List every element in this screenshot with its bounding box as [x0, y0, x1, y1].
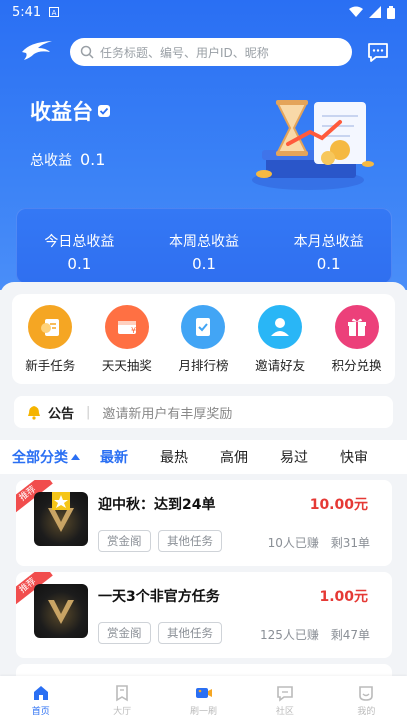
notification-a-icon: A: [49, 7, 60, 17]
stat-value: 0.1: [192, 255, 216, 273]
task-title: 迎中秋：达到24单: [98, 497, 216, 513]
task-price: 10.00元: [309, 497, 368, 513]
quick-action-daily-lottery[interactable]: ¥ 天天抽奖: [90, 304, 164, 374]
total-earnings-value: 0.1: [80, 150, 106, 169]
top-bar: 任务标题、编号、用户ID、昵称: [0, 32, 407, 72]
total-earnings-label: 总收益: [30, 153, 72, 169]
quick-actions: 新手任务 ¥ 天天抽奖 月排行榜 邀请好友 积分兑换: [12, 294, 395, 384]
status-bar: 5:41 A: [0, 0, 407, 24]
status-time: 5:41: [12, 4, 42, 20]
search-icon: [80, 45, 94, 59]
nav-profile[interactable]: 我的: [326, 676, 407, 723]
announcement-tag: 公告: [48, 406, 75, 422]
profile-icon: [359, 686, 374, 701]
monthly-ranking-icon: [181, 304, 226, 349]
nav-label: 我的: [357, 707, 376, 717]
svg-text:¥: ¥: [131, 326, 136, 335]
bell-icon: [28, 406, 40, 420]
check-badge-icon: [98, 105, 110, 117]
tab-high-commission[interactable]: 高佣: [220, 447, 280, 467]
search-input[interactable]: 任务标题、编号、用户ID、昵称: [100, 44, 269, 61]
nav-label: 大厅: [113, 707, 132, 717]
stat-today[interactable]: 今日总收益 0.1: [17, 209, 142, 283]
points-exchange-icon: [334, 304, 379, 349]
task-title: 一天3个非官方任务: [98, 589, 220, 605]
stat-label: 本月总收益: [293, 234, 364, 250]
task-price: 1.00元: [319, 589, 368, 605]
stat-month[interactable]: 本月总收益 0.1: [266, 209, 391, 283]
earnings-title-text: 收益台: [30, 100, 93, 124]
task-card[interactable]: 推荐 一天3个非官方任务 1.00元 赏金阁 其他任务 125人已赚 剩47单: [16, 572, 392, 658]
app-logo-icon[interactable]: [20, 38, 54, 62]
task-tag: 其他任务: [158, 622, 222, 644]
task-meta: 125人已赚 剩47单: [260, 626, 370, 643]
signal-icon: [369, 6, 381, 18]
nav-hall[interactable]: 大厅: [81, 676, 162, 723]
task-card[interactable]: 推荐 迎中秋：达到24单 10.00元 赏金阁 其他任务 10人已赚 剩31单: [16, 480, 392, 566]
task-participants: 10人已赚: [267, 536, 319, 550]
earnings-title: 收益台: [30, 96, 111, 126]
quick-action-label: 积分兑换: [331, 357, 382, 373]
announcement-bar[interactable]: 公告 | 邀请新用户有丰厚奖励: [14, 396, 393, 428]
battery-icon: [387, 5, 395, 19]
task-remaining: 剩47单: [330, 628, 370, 642]
hall-icon: [116, 685, 128, 702]
task-meta: 10人已赚 剩31单: [268, 534, 370, 551]
newbie-task-icon: [28, 304, 73, 349]
nav-label: 首页: [31, 707, 50, 717]
nav-home[interactable]: 首页: [0, 676, 81, 723]
tab-easy-pass[interactable]: 易过: [280, 447, 340, 467]
quick-action-label: 月排行榜: [178, 357, 229, 373]
task-tag: 其他任务: [158, 530, 222, 552]
nav-video[interactable]: 刷一刷: [163, 676, 244, 723]
task-logo-icon: [48, 492, 74, 532]
earnings-stats-card: 今日总收益 0.1 本周总收益 0.1 本月总收益 0.1: [16, 208, 392, 284]
nav-label: 刷一刷: [190, 707, 218, 717]
home-icon: [33, 686, 48, 700]
nav-label: 社区: [275, 707, 294, 717]
stat-label: 本周总收益: [169, 234, 239, 250]
daily-lottery-icon: ¥: [104, 304, 149, 349]
search-bar[interactable]: 任务标题、编号、用户ID、昵称: [70, 38, 352, 66]
video-icon: [195, 688, 212, 698]
quick-action-invite-friends[interactable]: 邀请好友: [243, 304, 317, 374]
earnings-illustration-icon: [252, 100, 374, 190]
total-earnings: 总收益 0.1: [30, 150, 105, 170]
community-icon: [277, 686, 293, 702]
svg-text:A: A: [52, 9, 57, 17]
stat-value: 0.1: [67, 255, 92, 273]
tab-hottest[interactable]: 最热: [160, 447, 220, 467]
task-remaining: 剩31单: [330, 536, 370, 550]
nav-community[interactable]: 社区: [244, 676, 325, 723]
stat-value: 0.1: [316, 255, 341, 273]
quick-action-label: 天天抽奖: [101, 357, 152, 373]
category-tabs: 全部分类 最新 最热 高佣 易过 快审: [0, 440, 407, 474]
task-participants: 125人已赚: [259, 628, 319, 642]
task-thumbnail: [34, 584, 88, 638]
message-icon[interactable]: [366, 40, 390, 64]
tab-fast-review[interactable]: 快审: [340, 447, 380, 467]
invite-friends-icon: [258, 304, 303, 349]
stat-week[interactable]: 本周总收益 0.1: [142, 209, 267, 283]
task-thumbnail: [34, 492, 88, 546]
wifi-icon: [349, 6, 363, 17]
quick-action-newbie-task[interactable]: 新手任务: [13, 304, 87, 374]
task-tag: 赏金阁: [98, 622, 151, 644]
tab-latest[interactable]: 最新: [100, 447, 160, 467]
tab-all-categories[interactable]: 全部分类: [12, 447, 100, 467]
announcement-text: 邀请新用户有丰厚奖励: [102, 406, 233, 422]
task-logo-icon: [48, 600, 74, 624]
task-tag: 赏金阁: [98, 530, 151, 552]
stat-label: 今日总收益: [44, 234, 115, 250]
announcement-divider: |: [86, 404, 91, 420]
quick-action-label: 新手任务: [25, 357, 76, 373]
tab-label: 全部分类: [12, 450, 68, 466]
quick-action-points-exchange[interactable]: 积分兑换: [320, 304, 394, 374]
quick-action-monthly-ranking[interactable]: 月排行榜: [166, 304, 240, 374]
caret-up-icon: [71, 454, 80, 460]
bottom-nav: 首页 大厅 刷一刷 社区 我的: [0, 676, 407, 723]
quick-action-label: 邀请好友: [255, 357, 306, 373]
